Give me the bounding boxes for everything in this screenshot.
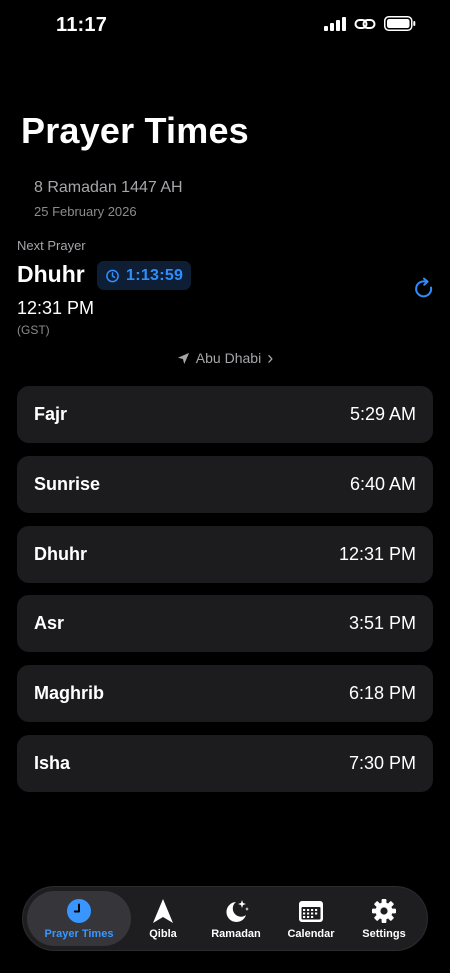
countdown-badge: 1:13:59 xyxy=(97,261,192,290)
location-button[interactable]: Abu Dhabi › xyxy=(177,348,274,368)
chevron-right-icon: › xyxy=(267,348,274,368)
prayer-name: Maghrib xyxy=(34,683,104,704)
prayer-row-dhuhr[interactable]: Dhuhr 12:31 PM xyxy=(17,525,433,583)
clock-icon xyxy=(67,898,91,923)
tab-qibla[interactable]: Qibla xyxy=(133,887,193,950)
tab-label: Qibla xyxy=(149,927,177,940)
status-time: 11:17 xyxy=(56,14,108,36)
compass-arrow-icon xyxy=(153,898,173,923)
prayer-time: 5:29 AM xyxy=(349,404,416,424)
prayer-time: 7:30 PM xyxy=(348,752,416,773)
prayer-row-isha[interactable]: Isha 7:30 PM xyxy=(17,734,433,792)
location-city: Abu Dhabi xyxy=(195,350,262,366)
timer-icon xyxy=(106,269,119,283)
prayer-list: Fajr 5:29 AM Sunrise 6:40 AM Dhuhr 12:31… xyxy=(17,386,433,805)
tab-prayer-times[interactable]: Prayer Times xyxy=(27,887,131,950)
gregorian-date: 25 February 2026 xyxy=(34,204,137,219)
prayer-name: Fajr xyxy=(34,404,68,424)
next-prayer-label: Next Prayer xyxy=(17,238,86,253)
tab-label: Ramadan xyxy=(211,927,261,940)
tab-label: Calendar xyxy=(287,927,335,940)
prayer-time: 6:40 AM xyxy=(349,473,416,494)
tab-settings[interactable]: Settings xyxy=(353,887,415,950)
prayer-time: 3:51 PM xyxy=(348,613,416,634)
tab-label: Settings xyxy=(362,927,406,940)
prayer-time: 12:31 PM xyxy=(338,543,416,564)
location-arrow-icon xyxy=(177,352,189,364)
gear-icon xyxy=(372,898,396,923)
tab-ramadan[interactable]: Ramadan xyxy=(203,887,269,950)
prayer-name: Isha xyxy=(34,752,71,773)
timezone-label: (GST) xyxy=(17,323,50,337)
link-icon xyxy=(354,18,376,29)
calendar-icon xyxy=(299,900,323,922)
prayer-row-maghrib[interactable]: Maghrib 6:18 PM xyxy=(17,665,433,723)
prayer-name: Sunrise xyxy=(34,473,101,494)
status-icons xyxy=(324,16,416,31)
prayer-name: Asr xyxy=(34,613,65,634)
tab-bar: Prayer Times Qibla Ramadan Calendar Sett… xyxy=(22,886,428,951)
battery-icon xyxy=(384,16,416,31)
tab-calendar[interactable]: Calendar xyxy=(279,887,343,950)
refresh-icon xyxy=(415,277,433,298)
prayer-row-asr[interactable]: Asr 3:51 PM xyxy=(17,595,433,653)
prayer-name: Dhuhr xyxy=(34,543,87,564)
page-title: Prayer Times xyxy=(21,110,249,151)
next-prayer-name: Dhuhr xyxy=(17,261,85,287)
prayer-row-sunrise[interactable]: Sunrise 6:40 AM xyxy=(17,455,433,513)
refresh-button[interactable] xyxy=(411,276,437,302)
countdown-text: 1:13:59 xyxy=(126,266,184,284)
next-prayer-time: 12:31 PM xyxy=(17,298,95,318)
hijri-date: 8 Ramadan 1447 AH xyxy=(34,179,183,196)
tab-label: Prayer Times xyxy=(44,927,114,940)
prayer-time: 6:18 PM xyxy=(348,683,416,704)
location-row: Abu Dhabi › xyxy=(0,348,450,368)
status-bar: 11:17 xyxy=(0,0,450,54)
prayer-row-fajr[interactable]: Fajr 5:29 AM xyxy=(17,386,433,443)
crescent-stars-icon xyxy=(226,899,249,922)
cellular-signal-icon xyxy=(324,16,346,31)
